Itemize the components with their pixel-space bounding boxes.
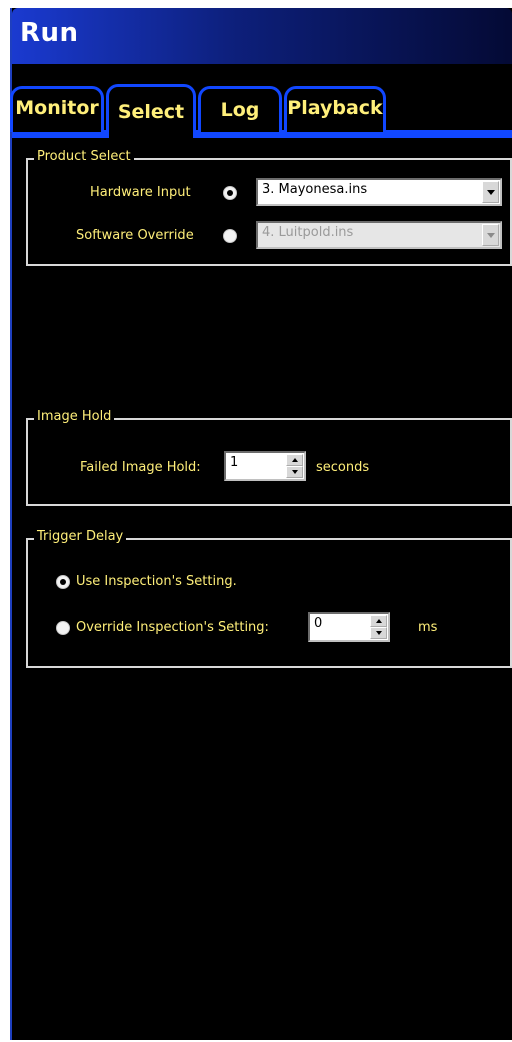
software-override-select[interactable]: 4. Luitpold.ins: [256, 221, 502, 249]
stepper-buttons: [286, 454, 303, 478]
tab-log-label: Log: [220, 99, 260, 121]
hardware-input-label: Hardware Input: [90, 185, 191, 200]
product-select-title: Product Select: [34, 149, 134, 164]
trigger-delay-title: Trigger Delay: [34, 529, 127, 544]
image-hold-title: Image Hold: [34, 409, 115, 424]
tab-monitor[interactable]: Monitor: [10, 86, 104, 132]
hardware-input-select[interactable]: 3. Mayonesa.ins: [256, 178, 502, 206]
stepper-up-icon[interactable]: [286, 454, 303, 466]
use-inspection-setting-label: Use Inspection's Setting.: [76, 574, 237, 589]
product-select-group: Product Select Hardware Input 3. Mayones…: [26, 149, 512, 266]
chevron-down-icon[interactable]: [482, 181, 499, 203]
tab-monitor-label: Monitor: [15, 97, 99, 119]
chevron-down-icon[interactable]: [482, 224, 499, 246]
failed-image-hold-value: 1: [230, 455, 239, 470]
override-inspection-setting-label: Override Inspection's Setting:: [76, 620, 269, 635]
seconds-unit-label: seconds: [316, 460, 370, 475]
failed-image-hold-stepper[interactable]: 1: [224, 451, 306, 481]
failed-image-hold-label: Failed Image Hold:: [80, 460, 201, 475]
image-hold-group: Image Hold Failed Image Hold: 1 seconds: [26, 409, 512, 506]
stepper-buttons: [370, 615, 387, 639]
title-bar: Run: [12, 8, 512, 64]
tab-select[interactable]: Select: [106, 84, 196, 138]
stepper-down-icon[interactable]: [370, 627, 387, 639]
hardware-input-value: 3. Mayonesa.ins: [262, 182, 368, 197]
trigger-delay-group: Trigger Delay Use Inspection's Setting. …: [26, 529, 512, 668]
software-override-radio[interactable]: [223, 229, 237, 243]
use-inspection-setting-radio[interactable]: [56, 575, 70, 589]
override-delay-stepper[interactable]: 0: [308, 612, 390, 642]
tab-playback-label: Playback: [287, 97, 383, 119]
tab-select-label: Select: [117, 101, 185, 123]
stepper-down-icon[interactable]: [286, 466, 303, 478]
ms-unit-label: ms: [418, 620, 438, 635]
stepper-up-icon[interactable]: [370, 615, 387, 627]
software-override-value: 4. Luitpold.ins: [262, 225, 354, 240]
tab-playback[interactable]: Playback: [284, 86, 386, 132]
override-inspection-setting-radio[interactable]: [56, 621, 70, 635]
tab-log[interactable]: Log: [198, 86, 282, 132]
override-delay-value: 0: [314, 616, 323, 631]
hardware-input-radio[interactable]: [223, 186, 237, 200]
software-override-label: Software Override: [76, 228, 194, 243]
run-panel: Run Monitor Log Playback Select Product …: [10, 8, 512, 1040]
window-title: Run: [20, 18, 79, 48]
